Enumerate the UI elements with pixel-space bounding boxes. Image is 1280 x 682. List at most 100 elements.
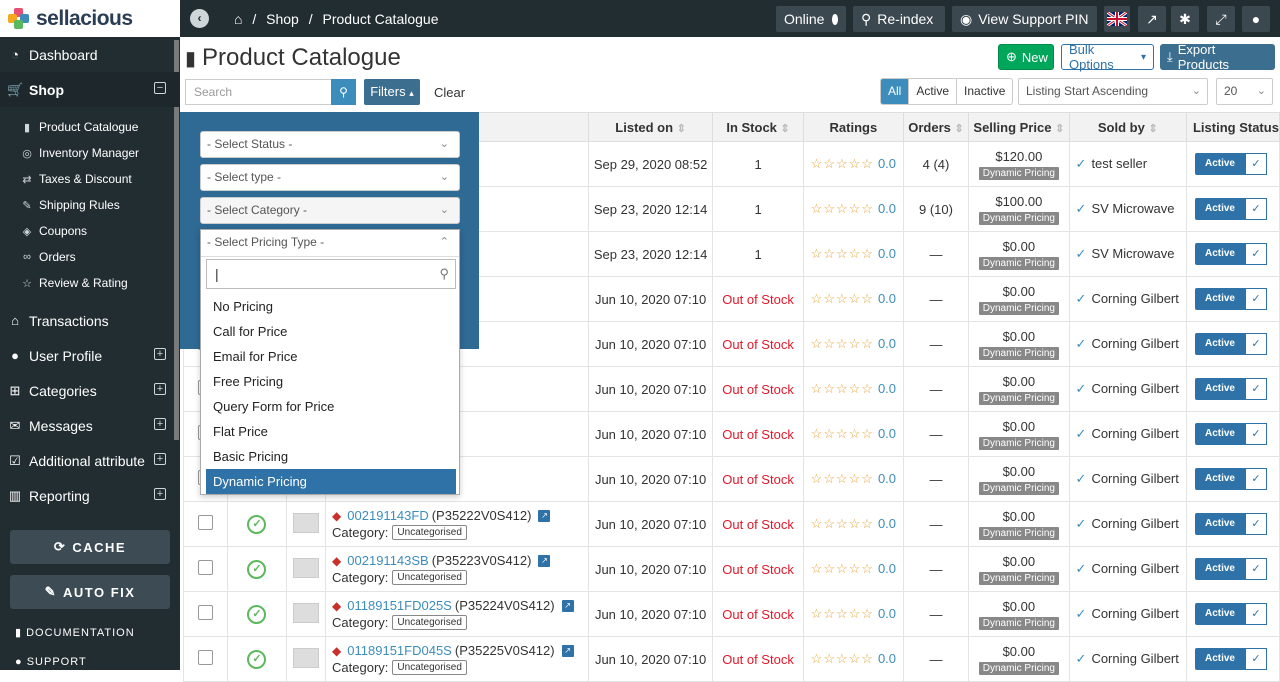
search-icon[interactable]: ⚲ bbox=[331, 79, 356, 105]
sidebar-sub-coupons[interactable]: ◈ Coupons bbox=[0, 218, 180, 244]
pricing-option[interactable]: Query Form for Price bbox=[206, 394, 456, 419]
expand-icon[interactable]: + bbox=[154, 488, 166, 500]
column-header-listed-on[interactable]: Listed on ⇕ bbox=[587, 112, 714, 142]
product-sku-link[interactable]: 01189151FD025S bbox=[347, 598, 452, 613]
status-badge[interactable]: Active bbox=[1194, 513, 1245, 535]
status-check-icon[interactable]: ✓ bbox=[1244, 378, 1267, 400]
edit-link-icon[interactable]: ↗ bbox=[561, 599, 574, 612]
pricing-option[interactable]: Free Pricing bbox=[206, 369, 456, 394]
status-badge[interactable]: Active bbox=[1194, 243, 1245, 265]
sidebar-item-dashboard[interactable]: ◔ Dashboard bbox=[0, 37, 180, 72]
status-check-icon[interactable]: ✓ bbox=[1244, 558, 1267, 580]
rating-value[interactable]: 0.0 bbox=[878, 201, 896, 216]
sidebar-item-transactions[interactable]: ⌂ Transactions bbox=[0, 303, 180, 338]
row-checkbox[interactable] bbox=[197, 560, 213, 575]
tools-icon[interactable]: ✱ bbox=[1171, 6, 1199, 32]
pricing-option[interactable]: Dynamic Pricing bbox=[206, 469, 456, 494]
status-check-icon[interactable]: ✓ bbox=[1244, 603, 1267, 625]
back-arrow-icon[interactable]: ‹ bbox=[190, 9, 209, 28]
sidebar-item-messages[interactable]: ✉ Messages + bbox=[0, 408, 180, 443]
breadcrumb-item-shop[interactable]: Shop bbox=[266, 11, 299, 27]
new-button[interactable]: ⊕ New bbox=[998, 44, 1054, 70]
status-badge[interactable]: Active bbox=[1194, 378, 1245, 400]
sidebar-sub-orders[interactable]: ∞ Orders bbox=[0, 244, 180, 270]
cache-button[interactable]: ⟳ CACHE bbox=[10, 530, 170, 564]
search-input[interactable]: Search bbox=[185, 79, 333, 105]
check-circle-icon[interactable]: ✓ bbox=[247, 604, 267, 624]
type-filter-select[interactable]: - Select type - ⌄ bbox=[200, 164, 460, 191]
pricing-option[interactable]: Call for Price bbox=[206, 319, 456, 344]
pricing-option[interactable]: Email for Price bbox=[206, 344, 456, 369]
sidebar-item-additional-attribute[interactable]: ☑ Additional attribute + bbox=[0, 443, 180, 478]
logo[interactable]: sellacious bbox=[0, 0, 180, 37]
status-check-icon[interactable]: ✓ bbox=[1244, 648, 1267, 670]
collapse-icon[interactable]: − bbox=[154, 82, 166, 94]
clear-button[interactable]: Clear bbox=[434, 85, 465, 100]
row-checkbox[interactable] bbox=[197, 515, 213, 530]
fullscreen-icon[interactable]: ⤢ bbox=[1207, 6, 1235, 32]
support-link[interactable]: ● SUPPORT bbox=[15, 656, 87, 668]
status-check-icon[interactable]: ✓ bbox=[1244, 513, 1267, 535]
status-check-icon[interactable]: ✓ bbox=[1244, 243, 1267, 265]
sidebar-item-reporting[interactable]: ▥ Reporting + bbox=[0, 478, 180, 513]
column-header-sold-by[interactable]: Sold by ⇕ bbox=[1068, 112, 1187, 142]
rating-value[interactable]: 0.0 bbox=[878, 426, 896, 441]
product-sku-link[interactable]: 002191143FD bbox=[347, 508, 428, 523]
edit-link-icon[interactable]: ↗ bbox=[538, 554, 551, 567]
check-circle-icon[interactable]: ✓ bbox=[247, 514, 267, 534]
sidebar-sub-shipping-rules[interactable]: ✎ Shipping Rules bbox=[0, 192, 180, 218]
status-filter-select[interactable]: - Select Status - ⌄ bbox=[200, 131, 460, 158]
status-badge[interactable]: Active bbox=[1194, 558, 1245, 580]
status-check-icon[interactable]: ✓ bbox=[1244, 288, 1267, 310]
edit-link-icon[interactable]: ↗ bbox=[538, 509, 551, 522]
expand-icon[interactable]: + bbox=[154, 383, 166, 395]
documentation-link[interactable]: ▮ DOCUMENTATION bbox=[15, 626, 135, 639]
row-checkbox[interactable] bbox=[197, 650, 213, 665]
row-checkbox[interactable] bbox=[197, 605, 213, 620]
sidebar-sub-review-rating[interactable]: ☆ Review & Rating bbox=[0, 270, 180, 296]
status-check-icon[interactable]: ✓ bbox=[1244, 198, 1267, 220]
pricing-option[interactable]: Flat Price bbox=[206, 419, 456, 444]
rating-value[interactable]: 0.0 bbox=[878, 156, 896, 171]
reindex-button[interactable]: ⚲ Re-index bbox=[853, 6, 945, 32]
column-header-selling-price[interactable]: Selling Price ⇕ bbox=[968, 112, 1070, 142]
rating-value[interactable]: 0.0 bbox=[878, 561, 896, 576]
rating-value[interactable]: 0.0 bbox=[878, 336, 896, 351]
status-badge[interactable]: Active bbox=[1194, 423, 1245, 445]
rating-value[interactable]: 0.0 bbox=[878, 606, 896, 621]
status-badge[interactable]: Active bbox=[1194, 153, 1245, 175]
page-size-select[interactable]: 20 ⌄ bbox=[1216, 78, 1273, 105]
rating-value[interactable]: 0.0 bbox=[878, 651, 896, 666]
rating-value[interactable]: 0.0 bbox=[878, 246, 896, 261]
product-sku-link[interactable]: 01189151FD045S bbox=[347, 643, 452, 658]
home-icon[interactable]: ⌂ bbox=[234, 11, 242, 27]
expand-icon[interactable]: + bbox=[154, 348, 166, 360]
language-flag-button[interactable] bbox=[1104, 6, 1130, 32]
sort-select[interactable]: Listing Start Ascending ⌄ bbox=[1018, 78, 1208, 105]
status-badge[interactable]: Active bbox=[1194, 198, 1245, 220]
sidebar-sub-product-catalogue[interactable]: ▮ Product Catalogue bbox=[0, 114, 180, 140]
status-check-icon[interactable]: ✓ bbox=[1244, 333, 1267, 355]
tab-all[interactable]: All bbox=[881, 79, 909, 104]
rating-value[interactable]: 0.0 bbox=[878, 471, 896, 486]
tab-inactive[interactable]: Inactive bbox=[956, 79, 1012, 104]
product-sku-link[interactable]: 002191143SB bbox=[347, 553, 428, 568]
status-check-icon[interactable]: ✓ bbox=[1244, 468, 1267, 490]
category-filter-select[interactable]: - Select Category - ⌄ bbox=[200, 197, 460, 224]
sidebar-item-user-profile[interactable]: ● User Profile + bbox=[0, 338, 180, 373]
tab-active[interactable]: Active bbox=[908, 79, 956, 104]
expand-icon[interactable]: + bbox=[154, 453, 166, 465]
sidebar-item-categories[interactable]: ⊞ Categories + bbox=[0, 373, 180, 408]
bulk-options-button[interactable]: Bulk Options ▾ bbox=[1061, 42, 1154, 72]
dropdown-search-input[interactable]: | ⚲ bbox=[206, 259, 456, 289]
online-toggle-button[interactable]: Online bbox=[776, 6, 846, 32]
export-products-button[interactable]: ⤓ Export Products bbox=[1160, 42, 1275, 72]
check-circle-icon[interactable]: ✓ bbox=[247, 649, 267, 669]
auto-fix-button[interactable]: ✎ AUTO FIX bbox=[10, 575, 170, 609]
status-check-icon[interactable]: ✓ bbox=[1244, 423, 1267, 445]
pricing-option[interactable]: Basic Pricing bbox=[206, 444, 456, 469]
rating-value[interactable]: 0.0 bbox=[878, 381, 896, 396]
sidebar-item-shop[interactable]: 🛒 Shop − bbox=[0, 72, 180, 107]
rating-value[interactable]: 0.0 bbox=[878, 291, 896, 306]
sidebar-sub-taxes-discount[interactable]: ⇄ Taxes & Discount bbox=[0, 166, 180, 192]
